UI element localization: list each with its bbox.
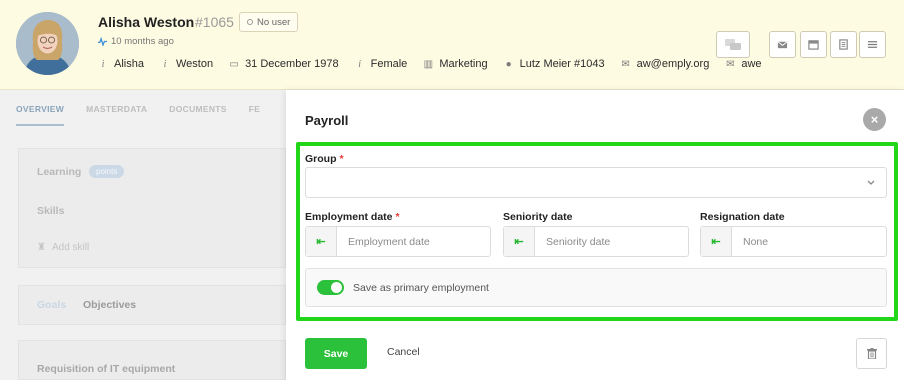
last-active-text: 10 months ago (111, 36, 174, 47)
calendar-button[interactable] (800, 31, 827, 58)
primary-employment-row: Save as primary employment (305, 268, 887, 307)
date-picker-icon[interactable]: ⇤ (701, 227, 732, 256)
required-marker: * (395, 211, 400, 223)
employee-number: #1065 (195, 14, 234, 30)
status-dot-icon (247, 19, 253, 25)
fact-manager[interactable]: ● Lutz Meier #1043 (504, 58, 605, 70)
group-label-text: Group (305, 153, 337, 165)
goals-label[interactable]: Goals (37, 299, 66, 311)
learning-label: Learning (37, 166, 82, 178)
menu-button[interactable] (859, 31, 886, 58)
mail-icon (777, 41, 788, 49)
close-button[interactable]: × (863, 108, 886, 131)
employment-date-label: Employment date * (305, 211, 400, 223)
trash-icon (866, 348, 877, 359)
last-active: 10 months ago (98, 36, 174, 47)
seniority-date-field[interactable]: ⇤ Seniority date (503, 226, 689, 257)
calendar-icon: ▭ (229, 58, 239, 70)
first-name: Alisha (114, 58, 144, 70)
add-skill-link[interactable]: ♜ Add skill (37, 242, 89, 253)
tab-masterdata[interactable]: MASTERDATA (86, 104, 147, 126)
document-button[interactable] (830, 31, 857, 58)
initials: awe (741, 58, 762, 70)
learning-card: Learning points Skills ♜ Add skill (18, 148, 286, 268)
activity-icon (98, 37, 107, 46)
tab-overview[interactable]: OVERVIEW (16, 104, 65, 126)
user-status-label: No user (257, 16, 291, 28)
employment-date-input[interactable]: Employment date (337, 227, 490, 256)
cancel-button[interactable]: Cancel (387, 346, 420, 358)
employment-date-field[interactable]: ⇤ Employment date (305, 226, 491, 257)
profile-tabs: OVERVIEW MASTERDATA DOCUMENTS FE (16, 104, 260, 126)
group-select[interactable] (305, 167, 887, 198)
gender: Female (370, 58, 408, 70)
menu-icon (867, 41, 878, 48)
fact-birth-date: ▭ 31 December 1978 (229, 58, 339, 70)
chat-icon (725, 38, 741, 50)
toggle-knob (331, 282, 342, 293)
info-icon: i (163, 58, 167, 70)
building-icon: ▥ (423, 58, 434, 70)
goals-card: Goals Objectives (18, 285, 286, 325)
resignation-date-field[interactable]: ⇤ None (700, 226, 887, 257)
mail-icon: ✉ (621, 58, 630, 70)
profile-header: Alisha Weston #1065 No user 10 months ag… (0, 0, 904, 90)
employee-name: Alisha Weston (98, 14, 195, 30)
birth-date: 31 December 1978 (245, 58, 339, 70)
trophy-icon: ♜ (37, 242, 46, 253)
group-label: Group * (305, 153, 344, 165)
tab-documents[interactable]: DOCUMENTS (169, 104, 226, 126)
close-icon: × (870, 112, 879, 127)
learning-badge: points (89, 165, 125, 178)
fact-last-name: i Weston (160, 58, 213, 70)
department: Marketing (439, 58, 488, 70)
employment-date-label-text: Employment date (305, 211, 393, 223)
last-name: Weston (175, 58, 214, 70)
chat-button[interactable] (716, 31, 750, 58)
date-picker-icon[interactable]: ⇤ (504, 227, 535, 256)
avatar (16, 12, 79, 75)
mail-icon: ✉ (726, 58, 735, 70)
add-skill-label: Add skill (51, 242, 90, 253)
fact-department[interactable]: ▥ Marketing (423, 58, 488, 70)
primary-employment-toggle[interactable] (317, 280, 344, 295)
tab-overflow[interactable]: FE (249, 104, 260, 126)
seniority-date-label: Seniority date (503, 211, 573, 223)
manager: Lutz Meier #1043 (519, 58, 605, 70)
calendar-icon (808, 40, 819, 50)
mail-button[interactable] (769, 31, 796, 58)
background-page: OVERVIEW MASTERDATA DOCUMENTS FE Learnin… (0, 90, 286, 380)
delete-button[interactable] (856, 338, 887, 369)
info-icon: i (358, 58, 362, 70)
fact-first-name: i Alisha (98, 58, 144, 70)
info-icon: i (101, 58, 105, 70)
fact-gender: i Female (355, 58, 408, 70)
requisition-label: Requisition of IT equipment (37, 363, 176, 375)
document-icon (839, 39, 848, 50)
fact-email[interactable]: ✉ aw@emply.org (621, 58, 710, 70)
required-marker: * (339, 153, 344, 165)
resignation-date-input[interactable]: None (732, 227, 886, 256)
seniority-date-input[interactable]: Seniority date (535, 227, 688, 256)
save-button[interactable]: Save (305, 338, 367, 369)
user-status-badge[interactable]: No user (239, 12, 299, 32)
skills-label: Skills (37, 205, 65, 217)
resignation-date-label: Resignation date (700, 211, 785, 223)
date-picker-icon[interactable]: ⇤ (306, 227, 337, 256)
objectives-label[interactable]: Objectives (83, 299, 136, 311)
person-icon: ● (505, 58, 512, 70)
requisition-card: Requisition of IT equipment (18, 340, 286, 380)
panel-title: Payroll (305, 113, 349, 128)
fact-initials: ✉ awe (725, 58, 761, 70)
profile-facts: i Alisha i Weston ▭ 31 December 1978 i Femal… (98, 58, 778, 70)
email: aw@emply.org (636, 58, 710, 70)
chevron-down-icon (867, 180, 875, 185)
primary-employment-label: Save as primary employment (353, 281, 489, 294)
payroll-panel: Payroll × Group * Employment date * ⇤ Empl… (286, 90, 904, 380)
